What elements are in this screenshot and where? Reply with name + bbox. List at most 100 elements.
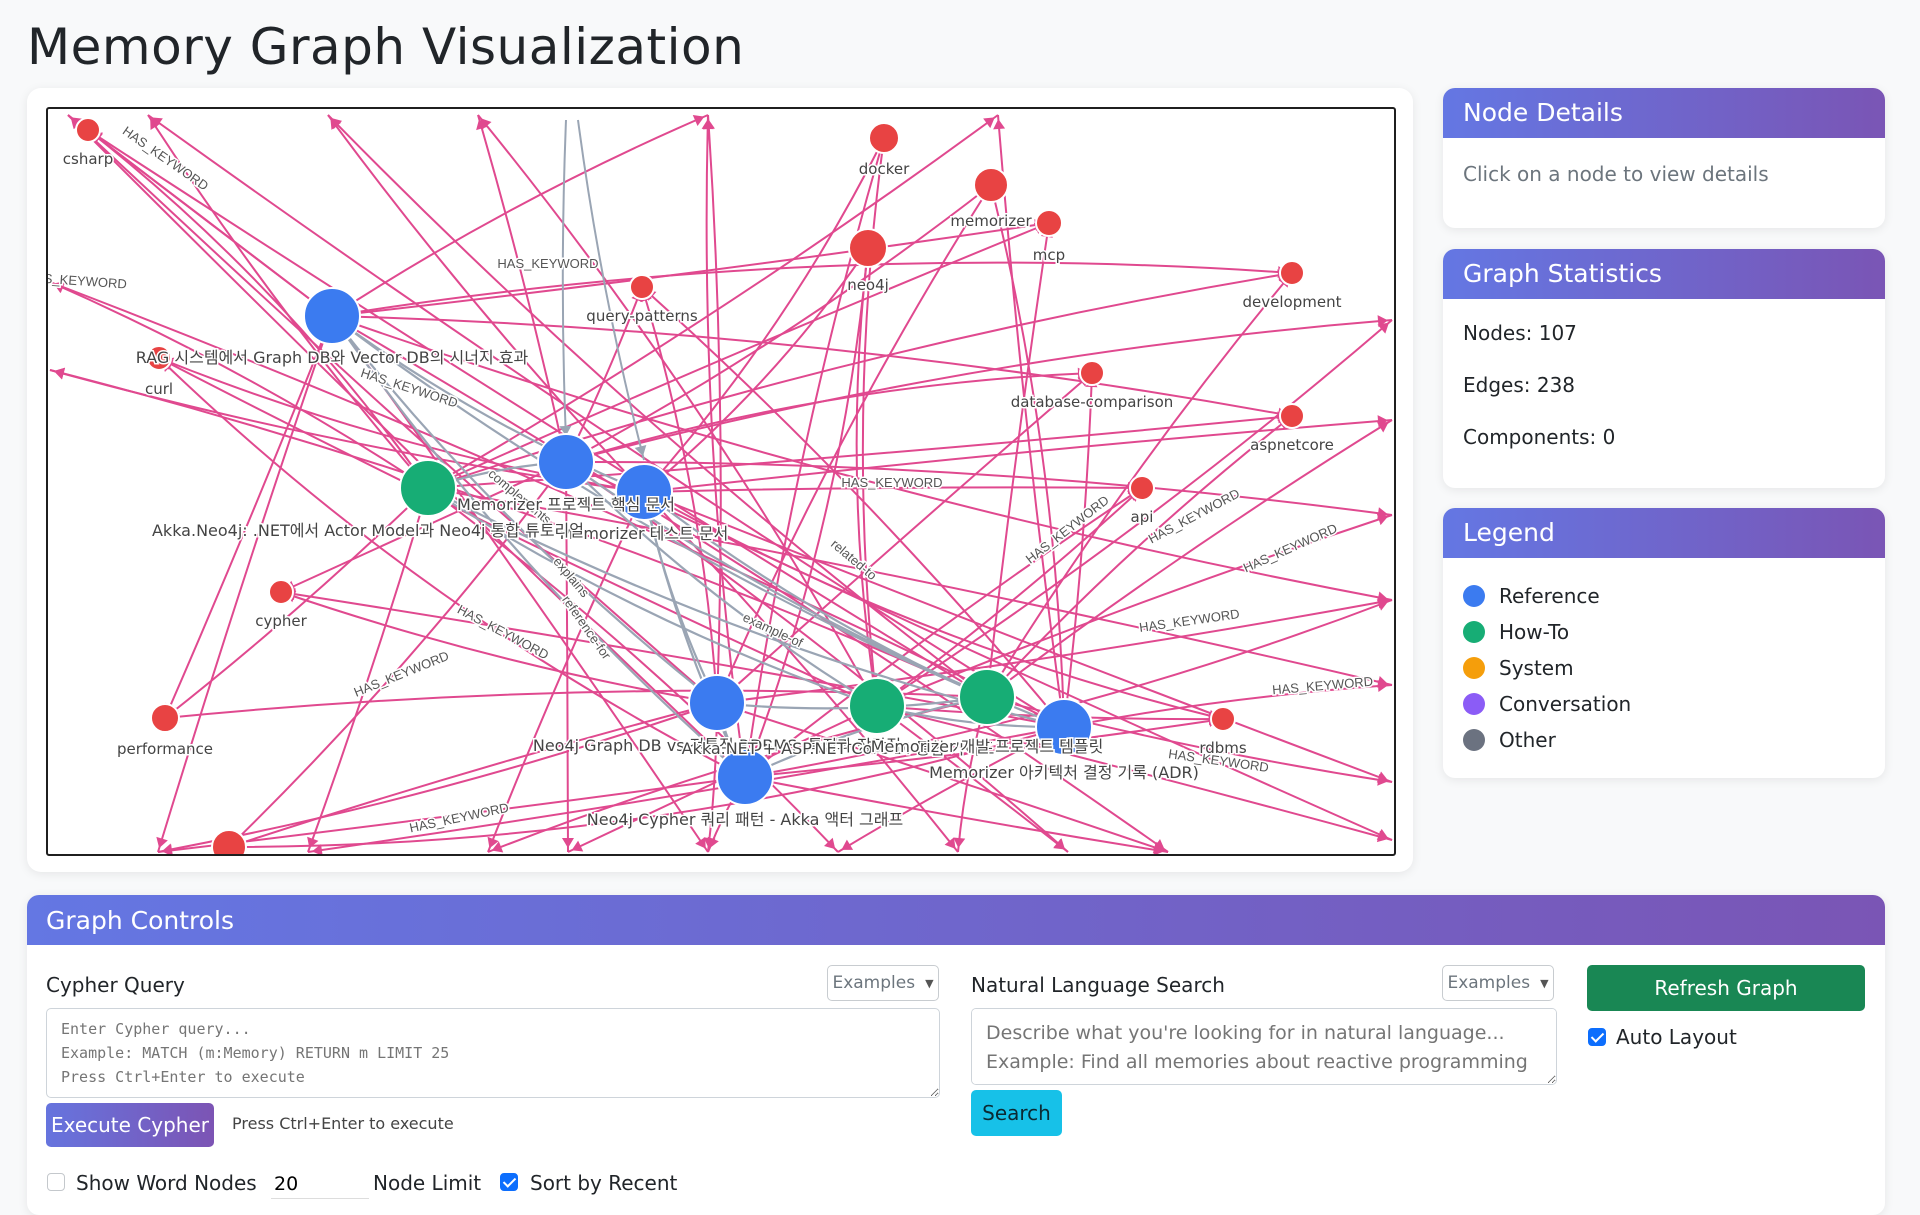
graph-canvas[interactable]: HAS_KEYWORD HAS_KEYWORD HAS_KEYWORD HAS_KEY… (46, 107, 1396, 856)
cypher-query-label: Cypher Query (46, 973, 185, 997)
keyword-node[interactable] (211, 829, 247, 854)
edge-label: HAS_KEYWORD (1138, 606, 1240, 635)
legend-label: Reference (1499, 584, 1600, 608)
edge-arrow-icon (480, 118, 492, 130)
legend-dot-icon (1463, 585, 1485, 607)
refresh-graph-button[interactable]: Refresh Graph (1587, 965, 1865, 1011)
node-label: Memorizer 개발 프로젝트 템플릿 (871, 737, 1104, 756)
document-node[interactable] (688, 674, 746, 732)
edge-label: HAS_KEYWORD (1146, 486, 1242, 547)
keyword-node[interactable] (629, 274, 655, 300)
edge-arrow-icon (53, 367, 66, 380)
node-details-hint: Click on a node to view details (1463, 162, 1769, 186)
graph-controls-card: Graph Controls Cypher Query Examples ▼ Ex… (27, 895, 1885, 1215)
graph-svg[interactable]: HAS_KEYWORDHAS_KEYWORDHAS_KEYWORDHAS_KEY… (48, 109, 1394, 854)
node-label: cypher (255, 612, 307, 630)
node-limit-label: Node Limit (373, 1171, 482, 1195)
node-limit-input[interactable] (271, 1169, 369, 1199)
edge-label: HAS_KEYWORD (1272, 674, 1374, 698)
document-node[interactable] (399, 459, 457, 517)
legend-dot-icon (1463, 729, 1485, 751)
node-label: development (1243, 293, 1342, 311)
graph-edge (331, 261, 1293, 317)
legend-label: How-To (1499, 620, 1570, 644)
keyword-node[interactable] (268, 579, 294, 605)
keyword-node[interactable] (1279, 403, 1305, 429)
legend-dot-icon (1463, 693, 1485, 715)
execute-cypher-button[interactable]: Execute Cypher (46, 1103, 214, 1147)
node-label: api (1131, 508, 1154, 526)
node-label: database-comparison (1011, 393, 1174, 411)
keyword-node[interactable] (973, 167, 1009, 203)
legend-label: Other (1499, 728, 1556, 752)
keyword-node[interactable] (1129, 475, 1155, 501)
node-label: rdbms (1199, 739, 1247, 757)
nl-examples-label: Examples (1447, 973, 1531, 993)
keyword-node[interactable] (1279, 260, 1305, 286)
keyword-node[interactable] (848, 228, 888, 268)
auto-layout-checkbox[interactable] (1588, 1028, 1606, 1046)
legend-list: Reference How-To System Conversation Other (1443, 558, 1885, 778)
legend-label: Conversation (1499, 692, 1632, 716)
keyword-node[interactable] (1035, 209, 1063, 237)
nl-examples-dropdown[interactable]: Examples ▼ (1442, 965, 1554, 1001)
legend-item-other: Other (1463, 722, 1865, 758)
document-node[interactable] (958, 668, 1016, 726)
keyword-node[interactable] (868, 122, 900, 154)
keyword-node[interactable] (75, 117, 101, 143)
edge-arrow-icon (561, 837, 574, 848)
cypher-examples-label: Examples (832, 973, 916, 993)
cypher-examples-dropdown[interactable]: Examples ▼ (827, 965, 939, 1001)
graph-statistics-header: Graph Statistics (1443, 249, 1885, 299)
stat-edges: Edges: 238 (1463, 373, 1576, 397)
show-word-nodes-checkbox[interactable] (47, 1173, 65, 1191)
graph-edge (643, 419, 1393, 493)
graph-edge (67, 114, 718, 704)
keyword-node[interactable] (1210, 706, 1236, 732)
edge-label: HAS_KEYWORD (455, 602, 551, 663)
edge-label: HAS_KEYWORD (1241, 520, 1339, 575)
node-label: performance (117, 740, 213, 758)
document-node[interactable] (303, 287, 361, 345)
legend-dot-icon (1463, 657, 1485, 679)
node-label: curl (145, 380, 173, 398)
edge-arrow-icon (161, 844, 173, 854)
stat-components: Components: 0 (1463, 425, 1616, 449)
stat-nodes: Nodes: 107 (1463, 321, 1577, 345)
edge-label: HAS_KEYWORD (120, 123, 211, 193)
sort-by-recent-checkbox[interactable] (500, 1173, 518, 1191)
node-label: Memorizer 프로젝트 핵심 문서 (457, 495, 675, 514)
node-label: query-patterns (586, 307, 698, 325)
legend-label: System (1499, 656, 1574, 680)
node-label: docker (859, 160, 910, 178)
graph-edge (331, 222, 1050, 317)
graph-controls-header: Graph Controls (27, 895, 1885, 945)
document-node[interactable] (848, 677, 906, 735)
sort-by-recent-label: Sort by Recent (530, 1171, 678, 1195)
keyword-node[interactable] (1079, 360, 1105, 386)
cypher-query-input[interactable] (46, 1008, 940, 1098)
graph-edge (327, 114, 645, 493)
node-label: Akka.Neo4j: .NET에서 Actor Model과 Neo4j 통합… (152, 521, 584, 540)
graph-edge (164, 315, 333, 719)
edge-arrow-icon (701, 118, 714, 130)
node-label: mcp (1033, 246, 1065, 264)
keyword-node[interactable] (150, 703, 180, 733)
edge-arrow-icon (634, 444, 647, 457)
search-button[interactable]: Search (971, 1090, 1062, 1136)
nl-search-input[interactable] (971, 1008, 1557, 1085)
document-node[interactable] (537, 433, 595, 491)
node-details-header: Node Details (1443, 88, 1885, 138)
node-label: neo4j (847, 276, 889, 294)
node-label: Memorizer 아키텍처 결정 기록 (ADR) (929, 763, 1199, 782)
node-label: memorizer (950, 212, 1032, 230)
caret-down-icon: ▼ (1540, 976, 1549, 990)
page-title: Memory Graph Visualization (27, 18, 745, 76)
legend-card: Legend Reference How-To System Conversation… (1443, 508, 1885, 778)
caret-down-icon: ▼ (925, 976, 934, 990)
edge-arrow-icon (993, 118, 1006, 130)
graph-edge (228, 461, 567, 848)
legend-header: Legend (1443, 508, 1885, 558)
edge-arrow-icon (983, 117, 995, 129)
legend-item-reference: Reference (1463, 578, 1865, 614)
